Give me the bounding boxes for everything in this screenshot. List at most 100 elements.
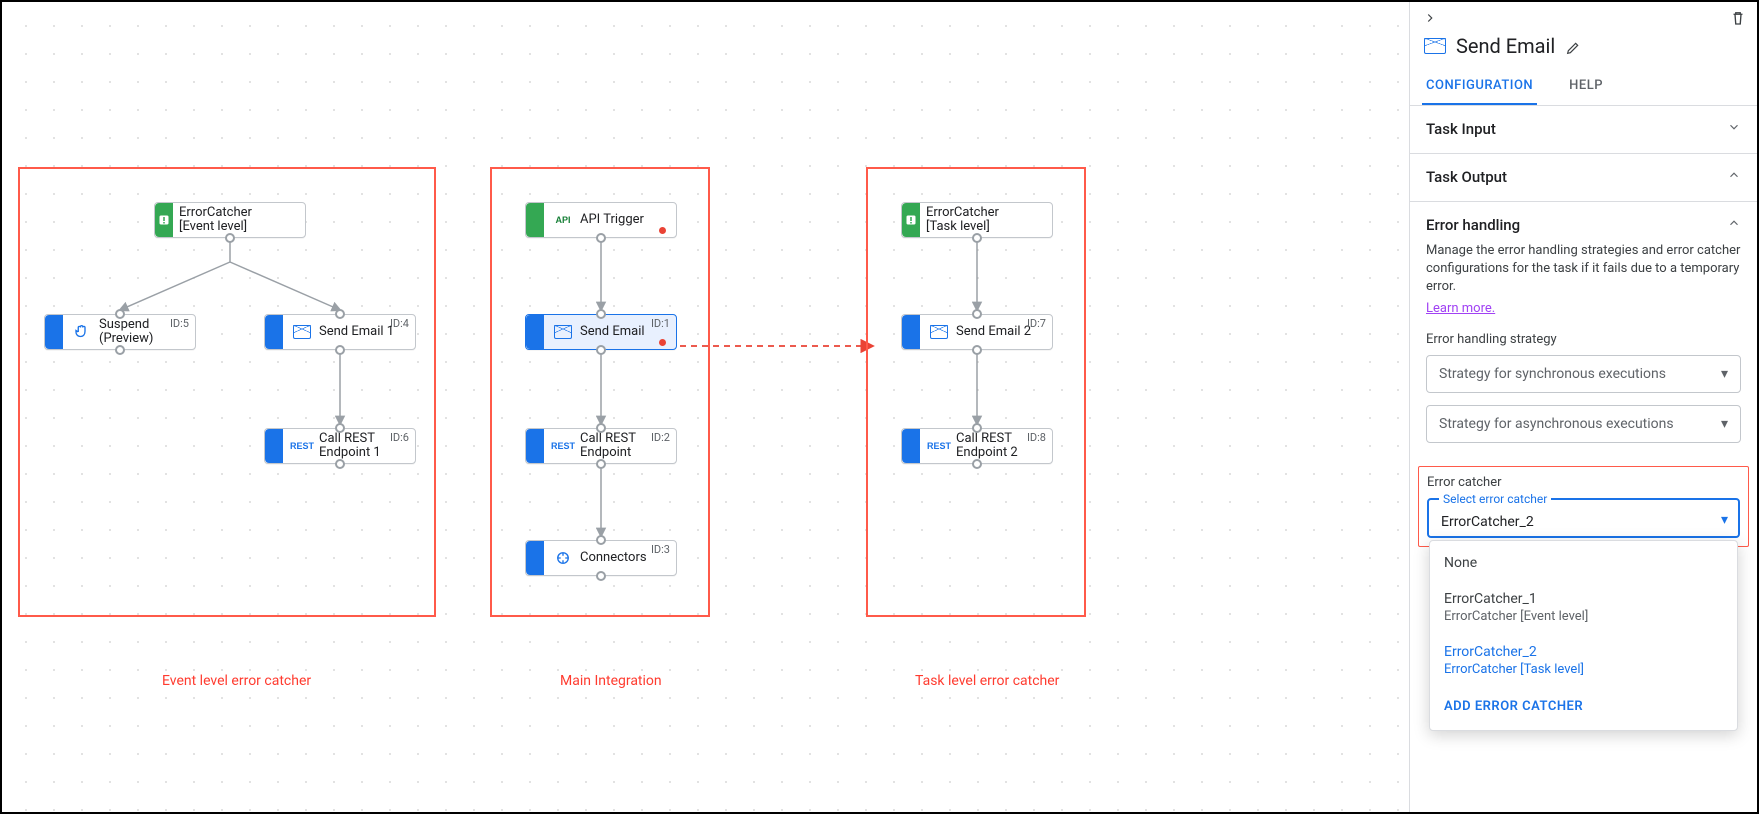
node-error-catcher-task[interactable]: ErrorCatcher [Task level] [901,202,1053,238]
dropdown-option-none[interactable]: None [1430,545,1737,581]
learn-more-link[interactable]: Learn more. [1426,301,1495,316]
strategy-label: Error handling strategy [1426,332,1741,347]
dropdown-option-1[interactable]: ErrorCatcher_1 ErrorCatcher [Event level… [1430,581,1737,634]
select-placeholder: Strategy for synchronous executions [1439,366,1666,382]
node-connectors[interactable]: Connectors ID:3 [525,540,677,576]
error-icon [902,203,920,237]
envelope-icon [291,321,313,343]
node-label: ErrorCatcher [Task level] [920,206,1052,234]
tab-configuration[interactable]: CONFIGURATION [1422,68,1537,105]
port-out[interactable] [972,345,982,355]
accent [526,541,544,575]
section-title: Error handling [1426,216,1520,234]
section-task-input: Task Input [1410,106,1757,153]
canvas[interactable]: Event level error catcher Main Integrati… [2,2,1409,812]
caret-down-icon: ▾ [1721,416,1728,432]
node-send-email-selected[interactable]: Send Email ID:1 [525,314,677,350]
node-send-email-2[interactable]: Send Email 2 ID:7 [901,314,1053,350]
section-task-output: Task Output [1410,154,1757,201]
accent [902,315,920,349]
accent [902,429,920,463]
node-send-email-1[interactable]: Send Email 1 ID:4 [264,314,416,350]
panel-title: Send Email [1456,34,1555,58]
option-sub: ErrorCatcher [Task level] [1444,662,1723,677]
envelope-icon [928,321,950,343]
port-out[interactable] [335,459,345,469]
node-id: ID:7 [1027,317,1046,330]
select-placeholder: Strategy for asynchronous executions [1439,416,1674,432]
error-indicator-icon [659,339,666,346]
section-header-task-output[interactable]: Task Output [1426,168,1741,186]
node-label: API Trigger [574,213,676,227]
async-strategy-select[interactable]: Strategy for asynchronous executions ▾ [1426,405,1741,443]
node-api-trigger[interactable]: API API Trigger [525,202,677,238]
panel-tabs: CONFIGURATION HELP [1410,68,1757,106]
accent [526,203,544,237]
section-header-error-handling[interactable]: Error handling [1426,216,1741,234]
chevron-up-icon [1727,168,1741,186]
port-in[interactable] [335,423,345,433]
node-id: ID:1 [651,317,670,330]
node-error-catcher-event[interactable]: ErrorCatcher [Event level] [154,202,306,238]
chevron-up-icon [1727,216,1741,234]
node-id: ID:3 [651,543,670,556]
api-icon: API [552,209,574,231]
connectors-icon [552,547,574,569]
rest-icon: REST [928,435,950,457]
rest-icon: REST [291,435,313,457]
error-catcher-select[interactable]: Select error catcher ErrorCatcher_2 ▾ No… [1427,498,1740,538]
node-rest-main[interactable]: REST Call REST Endpoint ID:2 [525,428,677,464]
port-out[interactable] [596,345,606,355]
section-header-task-input[interactable]: Task Input [1426,120,1741,138]
dropdown-option-2[interactable]: ErrorCatcher_2 ErrorCatcher [Task level] [1430,634,1737,687]
section-title: Task Output [1426,168,1507,186]
delete-button[interactable] [1729,9,1747,27]
port-out[interactable] [596,233,606,243]
port-out[interactable] [335,345,345,355]
port-out[interactable] [596,571,606,581]
port-out[interactable] [972,459,982,469]
node-rest-1[interactable]: REST Call REST Endpoint 1 ID:6 [264,428,416,464]
port-out[interactable] [972,233,982,243]
port-in[interactable] [596,423,606,433]
region-task-label: Task level error catcher [915,673,1059,689]
option-name: ErrorCatcher_1 [1444,591,1723,607]
collapse-panel-button[interactable] [1420,8,1440,28]
envelope-icon [1424,38,1446,54]
node-id: ID:8 [1027,431,1046,444]
add-error-catcher-button[interactable]: ADD ERROR CATCHER [1430,687,1737,726]
port-in[interactable] [972,423,982,433]
node-suspend[interactable]: Suspend (Preview) ID:5 [44,314,196,350]
accent [526,315,544,349]
caret-down-icon: ▾ [1721,512,1728,528]
node-id: ID:6 [390,431,409,444]
port-out[interactable] [225,233,235,243]
error-catcher-label: Error catcher [1427,475,1740,490]
edit-title-button[interactable] [1565,37,1583,55]
port-in[interactable] [335,309,345,319]
port-in[interactable] [596,535,606,545]
region-main-label: Main Integration [560,673,662,689]
region-event-label: Event level error catcher [162,673,311,689]
side-panel: Send Email CONFIGURATION HELP Task Input… [1409,2,1757,812]
port-in[interactable] [596,309,606,319]
port-out[interactable] [115,345,125,355]
error-indicator-icon [659,227,666,234]
node-id: ID:4 [390,317,409,330]
node-rest-2[interactable]: REST Call REST Endpoint 2 ID:8 [901,428,1053,464]
node-label: ErrorCatcher [Event level] [173,206,305,234]
error-handling-description: Manage the error handling strategies and… [1426,242,1741,296]
error-catcher-block: Error catcher Select error catcher Error… [1418,466,1749,547]
section-title: Task Input [1426,120,1496,138]
sync-strategy-select[interactable]: Strategy for synchronous executions ▾ [1426,355,1741,393]
option-name: ErrorCatcher_2 [1444,644,1723,660]
port-out[interactable] [596,459,606,469]
envelope-icon [552,321,574,343]
accent [265,429,283,463]
tab-help[interactable]: HELP [1565,68,1607,105]
error-icon [155,203,173,237]
option-name: None [1444,555,1723,571]
port-in[interactable] [972,309,982,319]
caret-down-icon: ▾ [1721,366,1728,382]
port-in[interactable] [115,309,125,319]
